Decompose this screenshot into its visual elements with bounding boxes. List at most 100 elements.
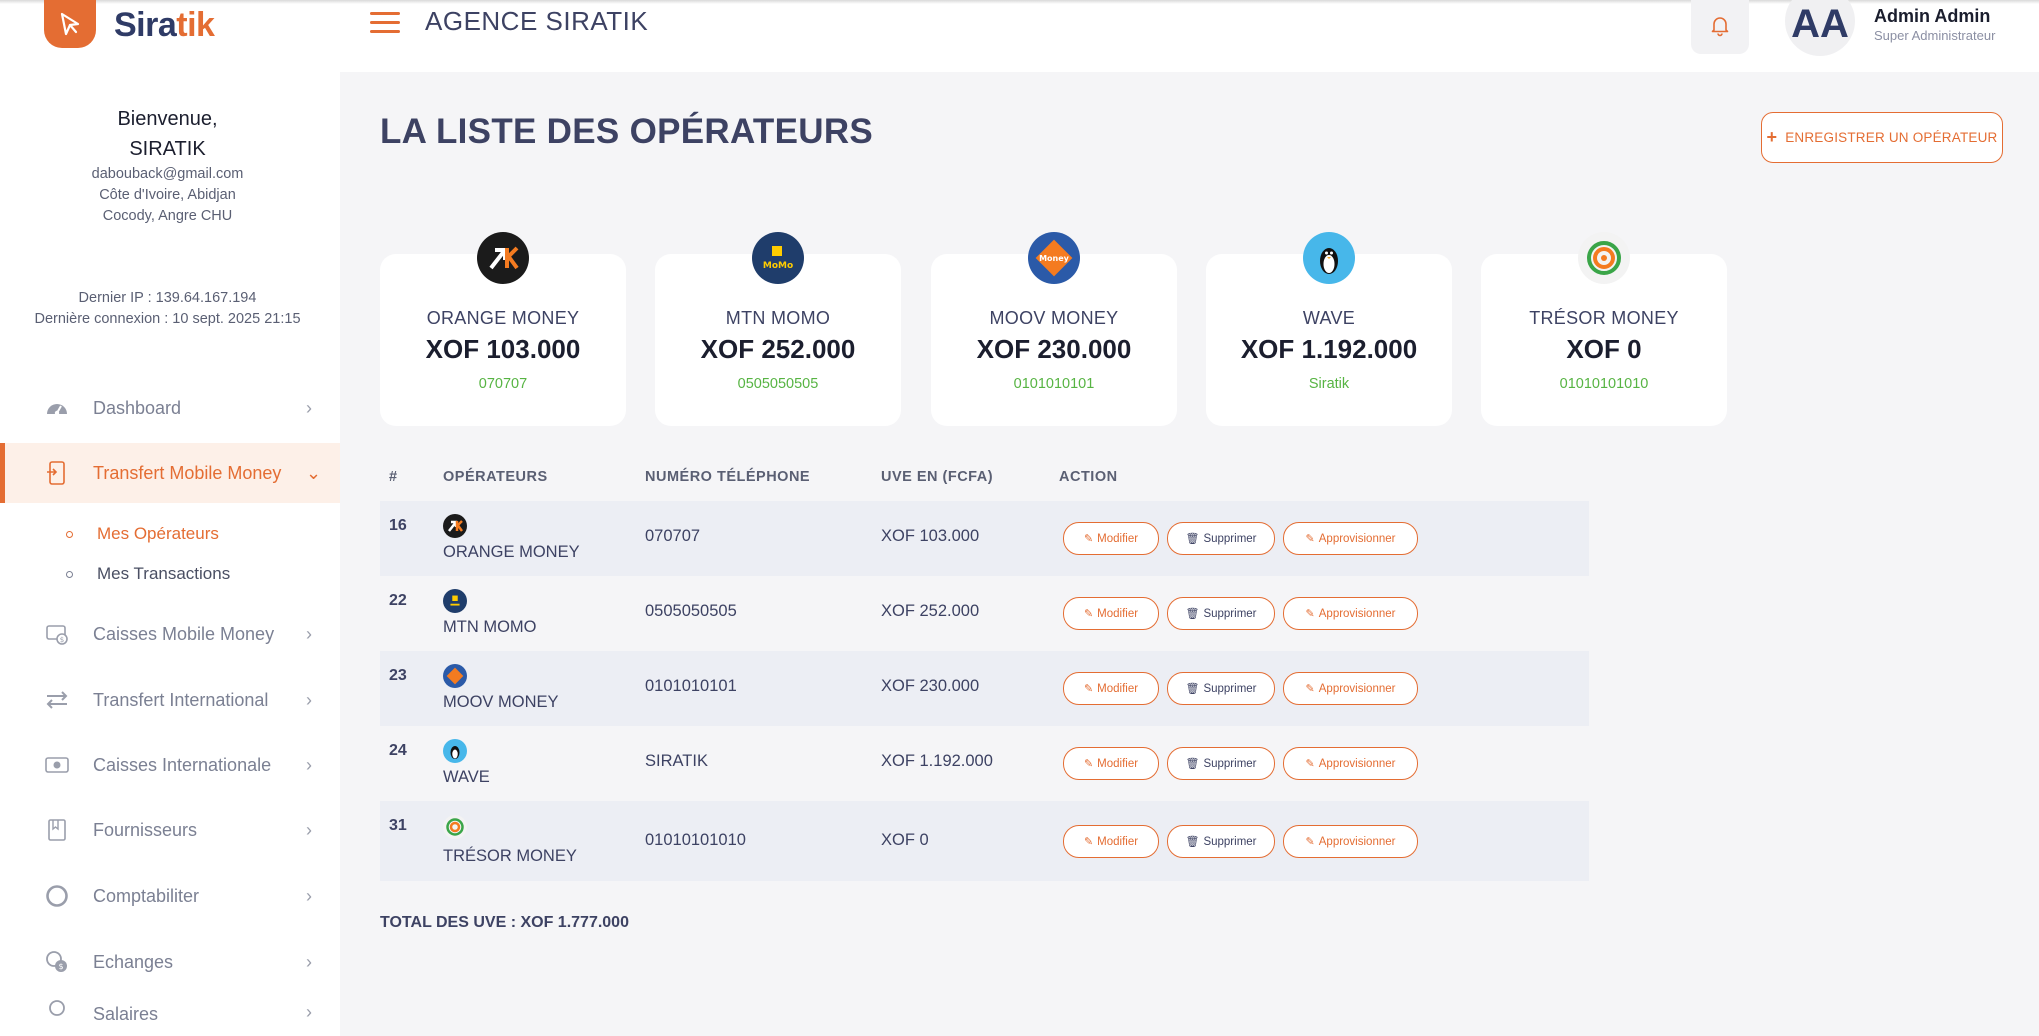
svg-text:$: $ [60,636,64,644]
sidebar-item-caisses-mobile-money[interactable]: $ Caisses Mobile Money › [0,604,340,664]
supply-button[interactable]: ✎ Approvisionner [1283,825,1418,858]
supply-button[interactable]: ✎ Approvisionner [1283,522,1418,555]
row-id: 24 [389,742,407,759]
user-icon [44,998,70,1024]
sidebar-item-transfert-international[interactable]: Transfert International › [0,670,340,730]
sidebar-item-label: Caisses Mobile Money [93,623,275,644]
bullet-icon [66,530,73,538]
sidebar-item-label: Echanges [93,951,174,972]
sidebar-item-label: Dashboard [93,397,182,418]
last-ip: Dernier IP : 139.64.167.194 [78,290,257,306]
trash-icon: 🗑 [1185,683,1200,695]
modify-button[interactable]: ✎ Modifier [1063,825,1159,858]
card-phone: 01010101010 [1559,376,1649,392]
supply-button[interactable]: ✎ Approvisionner [1283,597,1418,630]
chevron-right-icon: › [306,951,312,972]
delete-button[interactable]: 🗑 Supprimer [1167,825,1275,858]
chevron-right-icon: › [306,623,312,644]
logo-text-accent: tik [176,6,215,44]
user-role: Super Administrateur [1874,28,1996,43]
plus-icon: + [1766,127,1778,147]
delete-label: Supprimer [1203,835,1257,848]
subitem-label: Mes Opérateurs [97,524,219,543]
sidebar-item-echanges[interactable]: $ Echanges › [0,932,340,992]
delete-label: Supprimer [1203,532,1257,545]
trash-icon: 🗑 [1185,836,1200,848]
edit-icon: ✎ [1305,608,1315,620]
hamburger-menu-icon[interactable] [370,12,400,36]
chevron-right-icon: › [306,1002,312,1022]
edit-icon: ✎ [1083,533,1094,545]
dashboard-gauge-icon [44,395,70,421]
add-operator-button[interactable]: + ENREGISTRER UN OPÉRATEUR [1761,112,2003,163]
edit-icon: ✎ [1305,533,1315,545]
mobile-transfer-icon [44,460,70,486]
sidebar-item-transfert-mobile-money[interactable]: Transfert Mobile Money ⌄ [0,443,340,503]
add-operator-label: ENREGISTRER UN OPÉRATEUR [1785,130,1998,145]
row-phone: 070707 [645,527,701,545]
sidebar-subitem-mes-operateurs[interactable]: Mes Opérateurs [66,519,219,549]
row-id: 31 [389,817,407,834]
table-row: 23 MOOV MONEY 0101010101 XOF 230.000 ✎ Mo… [380,651,1589,726]
edit-icon: ✎ [1083,683,1094,695]
delete-button[interactable]: 🗑 Supprimer [1167,597,1275,630]
delete-button[interactable]: 🗑 Supprimer [1167,522,1275,555]
svg-text:MoMo: MoMo [763,261,793,271]
wave-penguin-logo-icon [1303,232,1355,284]
table-header-phone: NUMÉRO TÉLÉPHONE [645,469,811,485]
modify-label: Modifier [1097,757,1139,770]
app-logo-text[interactable]: Siratik [114,6,215,45]
user-address: Cocody, Angre CHU [102,208,233,224]
svg-text:Money: Money [1039,254,1070,263]
row-uve: XOF 230.000 [881,677,980,695]
sidebar-item-salaires[interactable]: Salaires › [0,996,340,1036]
siratik-logo-icon[interactable] [44,0,96,48]
edit-icon: ✎ [1305,836,1315,848]
sidebar-subitem-mes-transactions[interactable]: Mes Transactions [66,559,230,589]
modify-button[interactable]: ✎ Modifier [1063,747,1159,780]
supply-button[interactable]: ✎ Approvisionner [1283,672,1418,705]
user-name[interactable]: Admin Admin [1874,6,1990,27]
sidebar-item-fournisseurs[interactable]: Fournisseurs › [0,800,340,860]
row-id: 16 [389,517,407,534]
row-phone: 0505050505 [645,602,737,620]
modify-label: Modifier [1097,682,1139,695]
wave-penguin-logo-icon [443,739,467,763]
table-row: 16 ORANGE MONEY 070707 XOF 103.000 ✎ Modi… [380,501,1589,576]
top-header: Siratik AGENCE SIRATIK AA Admin Admin Su… [0,0,2039,72]
modify-button[interactable]: ✎ Modifier [1063,522,1159,555]
table-header-action: ACTION [1059,469,1118,485]
sidebar-item-caisses-internationale[interactable]: Caisses Internationale › [0,735,340,795]
notifications-button[interactable] [1691,0,1749,54]
row-uve: XOF 252.000 [881,602,980,620]
tresor-money-logo-icon [443,815,467,839]
sidebar-item-label: Comptabiliter [93,885,200,906]
card-balance: XOF 0 [1566,334,1642,364]
card-operator-name: MOOV MONEY [989,308,1119,328]
card-phone: 070707 [478,376,528,392]
delete-button[interactable]: 🗑 Supprimer [1167,672,1275,705]
row-operator-name: MTN MOMO [443,618,537,636]
sidebar-item-label: Fournisseurs [93,819,198,840]
card-operator-name: MTN MOMO [725,308,831,328]
sidebar-item-dashboard[interactable]: Dashboard › [0,378,340,438]
trash-icon: 🗑 [1185,758,1200,770]
table-row: 31 TRÉSOR MONEY 01010101010 XOF 0 ✎ Modif… [380,801,1589,881]
card-balance: XOF 230.000 [976,334,1132,364]
sidebar-item-label: Transfert International [93,689,269,710]
agency-title: AGENCE SIRATIK [425,6,649,36]
supply-label: Approvisionner [1318,835,1396,848]
avatar[interactable]: AA [1785,0,1855,56]
card-operator-name: WAVE [1302,308,1356,328]
user-email: dabouback@gmail.com [91,166,244,182]
delete-button[interactable]: 🗑 Supprimer [1167,747,1275,780]
card-balance: XOF 1.192.000 [1240,334,1418,364]
sidebar-item-comptabiliter[interactable]: Comptabiliter › [0,866,340,926]
modify-button[interactable]: ✎ Modifier [1063,672,1159,705]
delete-label: Supprimer [1203,682,1257,695]
svg-text:$: $ [58,962,63,971]
chevron-right-icon: › [306,754,312,775]
modify-button[interactable]: ✎ Modifier [1063,597,1159,630]
modify-label: Modifier [1097,532,1139,545]
supply-button[interactable]: ✎ Approvisionner [1283,747,1418,780]
